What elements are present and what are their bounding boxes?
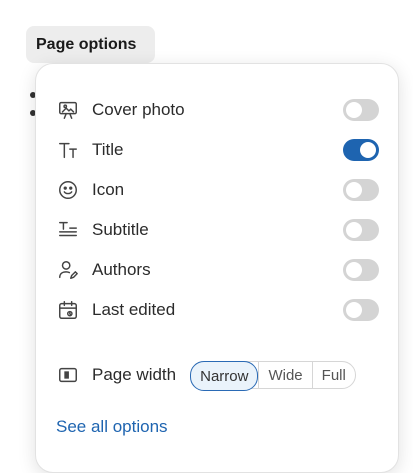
option-label: Last edited [92, 300, 176, 319]
option-icon[interactable]: Icon [56, 173, 379, 207]
authors-icon [56, 258, 80, 282]
option-authors[interactable]: Authors [56, 253, 379, 287]
page-options-panel: Cover photo Title Icon Subtitle Authors … [35, 63, 399, 473]
subtitle-icon [56, 218, 80, 242]
page-width-selector: Narrow Wide Full [190, 361, 356, 391]
last-edited-toggle[interactable] [343, 299, 379, 321]
option-label: Subtitle [92, 220, 149, 239]
cover-photo-icon [56, 98, 80, 122]
option-label: Authors [92, 260, 151, 279]
subtitle-toggle[interactable] [343, 219, 379, 241]
option-subtitle[interactable]: Subtitle [56, 213, 379, 247]
page-width-narrow[interactable]: Narrow [190, 361, 259, 391]
option-last-edited[interactable]: Last edited [56, 293, 379, 327]
page-options-label: Page options [36, 35, 137, 53]
see-all-options-link[interactable]: See all options [56, 417, 168, 437]
title-icon [56, 138, 80, 162]
option-label: Icon [92, 180, 125, 199]
page-options-button[interactable]: Page options [26, 26, 155, 63]
page-width-full[interactable]: Full [311, 362, 355, 388]
page-width-wide[interactable]: Wide [258, 362, 311, 388]
option-label: Cover photo [92, 100, 185, 119]
icon-toggle[interactable] [343, 179, 379, 201]
title-toggle[interactable] [343, 139, 379, 161]
page-width-icon [56, 363, 80, 387]
cover-photo-toggle[interactable] [343, 99, 379, 121]
authors-toggle[interactable] [343, 259, 379, 281]
option-cover-photo[interactable]: Cover photo [56, 93, 379, 127]
page-width-label: Page width [92, 365, 177, 384]
option-label: Title [92, 140, 124, 159]
calendar-icon [56, 298, 80, 322]
option-title[interactable]: Title [56, 133, 379, 167]
smiley-icon [56, 178, 80, 202]
option-page-width: Page width Narrow Wide Full [56, 358, 379, 392]
